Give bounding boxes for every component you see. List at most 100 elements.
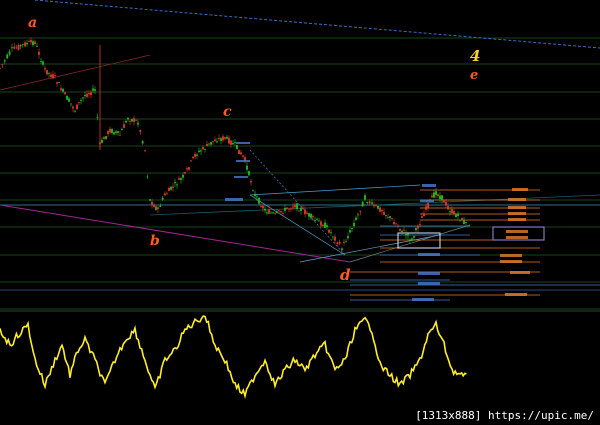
candle-body bbox=[46, 70, 48, 75]
candle-body bbox=[218, 138, 220, 139]
candle-body bbox=[413, 236, 415, 238]
candle-body bbox=[58, 82, 60, 83]
candle-body bbox=[105, 136, 107, 139]
candle-body bbox=[151, 201, 153, 206]
candle-body bbox=[268, 209, 270, 214]
candle-body bbox=[347, 236, 349, 239]
candle-body bbox=[359, 210, 362, 212]
candle-body bbox=[149, 199, 151, 201]
fib-label-mark bbox=[508, 206, 526, 209]
candle-body bbox=[336, 242, 339, 244]
candle-body bbox=[306, 213, 308, 215]
candle-body bbox=[383, 211, 385, 215]
candle-body bbox=[324, 222, 326, 228]
candle-body bbox=[312, 216, 314, 218]
candle-body bbox=[157, 207, 159, 210]
candle-body bbox=[449, 211, 451, 213]
candle-body bbox=[234, 142, 236, 143]
candle-body bbox=[8, 51, 11, 55]
candle-body bbox=[296, 203, 298, 210]
fib-label-mark bbox=[225, 198, 243, 201]
candle-body bbox=[144, 150, 146, 152]
candle-body bbox=[30, 40, 32, 43]
candle-body bbox=[146, 176, 149, 178]
candle-body bbox=[338, 241, 341, 244]
candle-body bbox=[395, 223, 397, 225]
candle-body bbox=[90, 92, 92, 95]
candle-body bbox=[246, 165, 248, 170]
candle-body bbox=[266, 212, 268, 214]
candle-body bbox=[373, 204, 375, 207]
candle-body bbox=[212, 141, 214, 143]
fib-label-mark bbox=[422, 184, 436, 187]
candle-body bbox=[232, 143, 234, 145]
candle-body bbox=[260, 206, 262, 207]
candle-body bbox=[403, 229, 405, 231]
candle-body bbox=[405, 234, 407, 236]
candle-body bbox=[101, 139, 103, 143]
candle-body bbox=[437, 194, 439, 196]
candle-body bbox=[62, 88, 64, 92]
candle-body bbox=[230, 140, 232, 145]
candle-body bbox=[364, 195, 366, 200]
candle-body bbox=[50, 74, 52, 77]
candle-body bbox=[141, 141, 144, 144]
candle-body bbox=[387, 217, 389, 218]
candle-body bbox=[202, 147, 204, 150]
candle-body bbox=[302, 208, 304, 209]
candle-body bbox=[284, 207, 286, 211]
candle-body bbox=[322, 224, 324, 227]
footer-watermark: [1313x888] https://upic.me/ bbox=[415, 409, 594, 422]
candle-body bbox=[135, 119, 137, 121]
candle-body bbox=[24, 42, 26, 47]
candle-body bbox=[56, 82, 58, 84]
wave-label-d: d bbox=[340, 266, 351, 284]
candle-body bbox=[174, 182, 176, 183]
candle-body bbox=[44, 68, 46, 70]
candle-body bbox=[131, 119, 133, 122]
candle-body bbox=[168, 188, 170, 191]
fib-label-mark bbox=[506, 230, 528, 233]
candle-body bbox=[42, 61, 44, 65]
candle-body bbox=[113, 132, 115, 135]
fib-label-mark bbox=[420, 200, 434, 202]
candle-body bbox=[26, 43, 28, 45]
candle-body bbox=[92, 88, 94, 91]
candle-body bbox=[429, 199, 431, 201]
candle-body bbox=[407, 233, 409, 236]
wave-label-4: 4 bbox=[470, 47, 480, 65]
candle-body bbox=[343, 241, 345, 243]
candle-body bbox=[355, 217, 357, 220]
candle-body bbox=[258, 198, 260, 204]
candle-body bbox=[196, 154, 198, 156]
candle-body bbox=[280, 211, 282, 213]
candle-body bbox=[54, 75, 56, 76]
wave-label-a: a bbox=[28, 15, 37, 31]
candle-body bbox=[334, 236, 336, 241]
candle-body bbox=[64, 92, 66, 95]
candle-body bbox=[262, 206, 264, 209]
candle-body bbox=[461, 217, 463, 221]
candle-body bbox=[276, 211, 278, 213]
candle-body bbox=[68, 98, 70, 102]
candle-body bbox=[459, 219, 461, 221]
candle-body bbox=[294, 204, 296, 208]
candle-body bbox=[417, 226, 419, 229]
candle-body bbox=[204, 149, 206, 150]
candle-body bbox=[139, 130, 142, 132]
candle-body bbox=[15, 47, 18, 49]
candle-body bbox=[125, 120, 127, 123]
fib-label-mark bbox=[506, 236, 528, 239]
candle-body bbox=[210, 142, 212, 145]
candle-body bbox=[250, 181, 252, 183]
candle-body bbox=[353, 222, 355, 226]
candle-body bbox=[28, 41, 30, 42]
candle-body bbox=[399, 228, 401, 231]
candle-body bbox=[439, 195, 441, 199]
candle-body bbox=[318, 220, 320, 222]
fib-label-mark bbox=[418, 272, 440, 275]
candle-body bbox=[349, 230, 351, 233]
candle-body bbox=[188, 167, 190, 170]
candle-body bbox=[96, 117, 99, 118]
candle-body bbox=[119, 134, 121, 136]
